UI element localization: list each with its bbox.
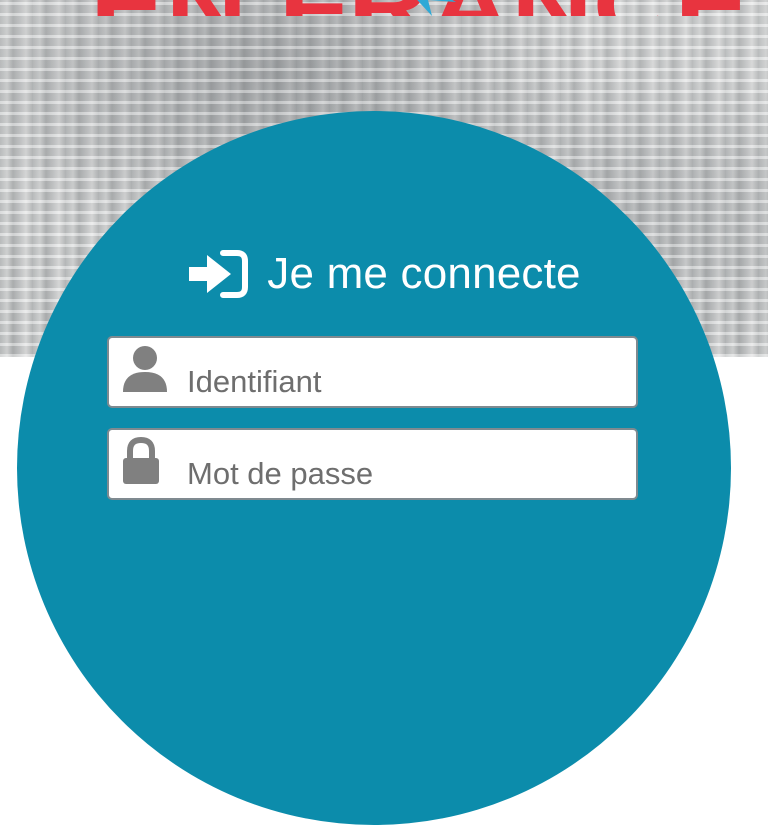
password-field[interactable] — [107, 428, 638, 500]
login-title: Je me connecte — [0, 244, 768, 304]
username-input[interactable] — [187, 362, 617, 402]
sign-in-icon — [189, 250, 249, 298]
lock-icon — [121, 436, 161, 491]
brand-logo: EN FRANCE — [90, 0, 750, 16]
login-title-text: Je me connecte — [267, 249, 581, 298]
user-icon — [121, 344, 169, 399]
username-field[interactable] — [107, 336, 638, 408]
password-input[interactable] — [187, 454, 617, 494]
